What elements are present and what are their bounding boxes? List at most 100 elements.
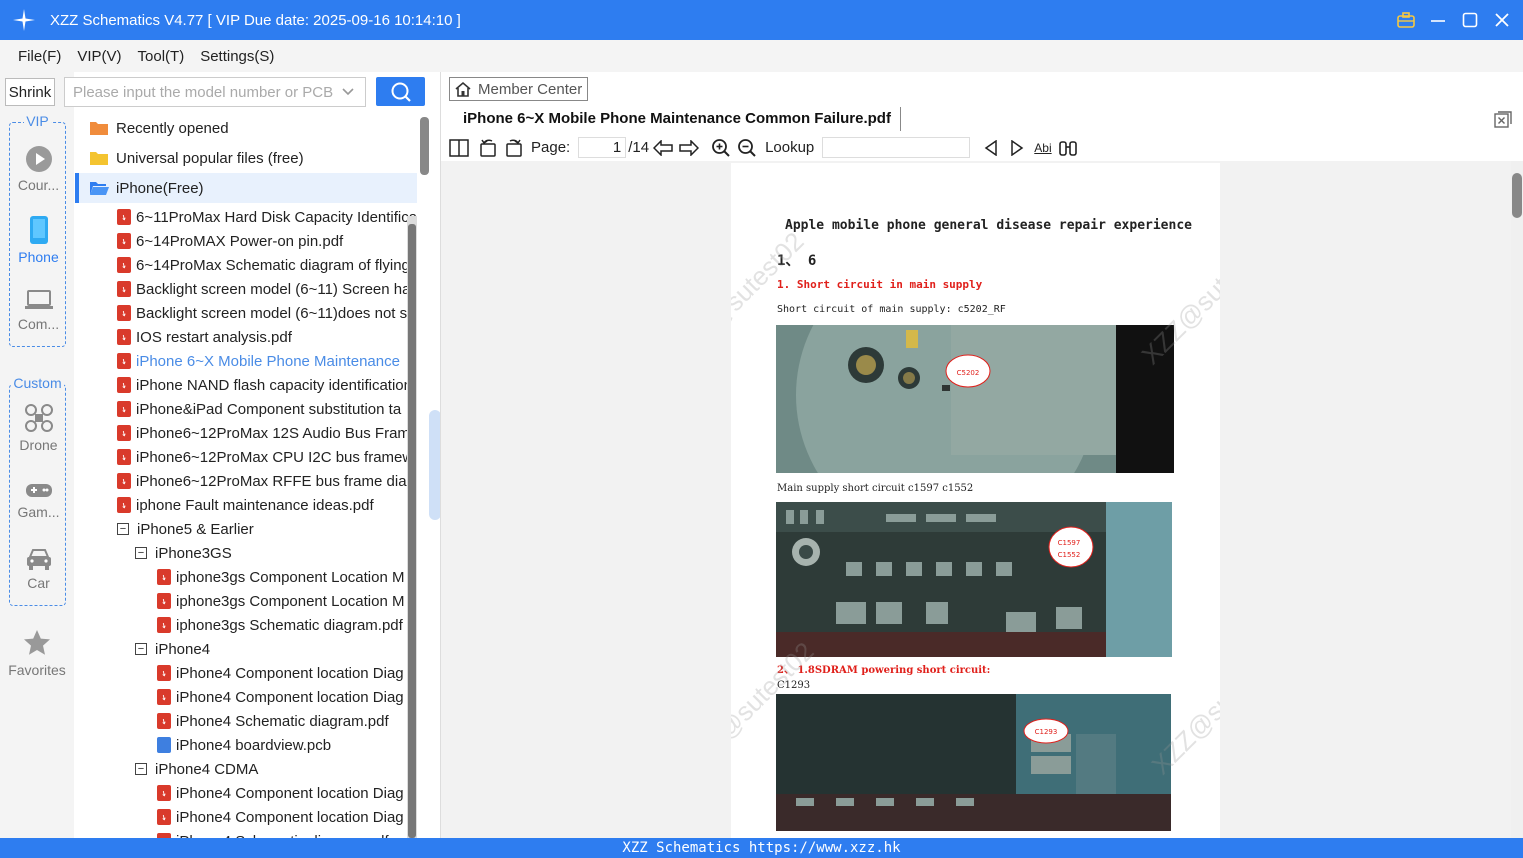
tree-file-item[interactable]: ⭏ IOS restart analysis.pdf: [75, 325, 407, 349]
collapse-icon[interactable]: −: [135, 547, 147, 559]
shrink-button[interactable]: Shrink: [5, 78, 55, 106]
pdf-icon: ⭏: [157, 617, 171, 633]
menu-tool[interactable]: Tool(T): [138, 48, 185, 65]
rail-item-computer[interactable]: Com...: [10, 288, 67, 332]
collapse-icon[interactable]: −: [135, 643, 147, 655]
pdf-icon: ⭏: [157, 785, 171, 801]
tree-file-item[interactable]: ⭏ iphone3gs Component Location M: [75, 565, 407, 589]
pdf-viewport[interactable]: Apple mobile phone general disease repai…: [441, 161, 1511, 838]
tree-file-item[interactable]: ⭏ Backlight screen model (6~11)does not s: [75, 301, 407, 325]
tree-file-item[interactable]: ⭏ iPhone4 Component location Diag: [75, 781, 407, 805]
tree-label: iPhone&iPad Component substitution ta: [136, 400, 402, 418]
custom-group: Custom Drone Gam... Car: [9, 375, 67, 606]
tree-label: 6~11ProMax Hard Disk Capacity Identifica…: [136, 208, 417, 226]
window-title: XZZ Schematics V4.77 [ VIP Due date: 202…: [50, 11, 461, 29]
photo1-label: C5202: [957, 369, 980, 377]
tree-file-item[interactable]: ⭏ iPhone4 Component location Diag: [75, 805, 407, 829]
folder-recently-opened[interactable]: Recently opened: [75, 113, 417, 143]
pdf-icon: ⭏: [117, 377, 131, 393]
tree-file-item[interactable]: ⭏ iPhone6~12ProMax CPU I2C bus framew: [75, 445, 413, 469]
lookup-input[interactable]: [822, 137, 971, 158]
tree-group[interactable]: − iPhone3GS: [75, 541, 407, 565]
rail-item-favorites[interactable]: Favorites: [5, 628, 69, 678]
subtree-scrollbar-thumb[interactable]: [408, 224, 416, 838]
rail-item-phone[interactable]: Phone: [10, 215, 67, 265]
collapse-icon[interactable]: −: [117, 523, 129, 535]
play-circle-icon: [25, 146, 52, 172]
pdf-icon: ⭏: [117, 305, 131, 321]
tree-file-item[interactable]: ⭏ iPhone 6~X Mobile Phone Maintenance: [75, 349, 407, 373]
two-page-view-icon[interactable]: [449, 138, 469, 157]
zoom-in-icon[interactable]: [711, 138, 731, 158]
maximize-button[interactable]: [1459, 9, 1481, 31]
home-icon: [455, 81, 471, 97]
tree-label: iPhone5 & Earlier: [137, 520, 254, 538]
rail-item-car[interactable]: Car: [10, 547, 67, 591]
tree-file-item[interactable]: ⭏ 6~14ProMAX Power-on pin.pdf: [75, 229, 407, 253]
tree-file-item[interactable]: ⭏ iphone Fault maintenance ideas.pdf: [75, 493, 407, 517]
menu-settings[interactable]: Settings(S): [200, 48, 274, 65]
search-input[interactable]: Please input the model number or PCB: [64, 77, 366, 107]
rail-item-courses[interactable]: Cour...: [10, 145, 67, 193]
tree-file-item[interactable]: ⭏ iPhone&iPad Component substitution ta: [75, 397, 407, 421]
tree-file-item[interactable]: ⭏iPhone4 Schematic diagram.pdf: [75, 829, 407, 838]
folder-universal-popular[interactable]: Universal popular files (free): [75, 143, 417, 173]
minimize-button[interactable]: [1427, 9, 1449, 31]
tree-file-item[interactable]: ⭏ iphone3gs Schematic diagram.pdf: [75, 613, 407, 637]
prev-page-icon[interactable]: [653, 139, 673, 156]
vip-bag-icon[interactable]: [1395, 9, 1417, 31]
rail-item-label: Gam...: [17, 504, 60, 520]
close-tabs-icon[interactable]: [1494, 111, 1512, 128]
close-button[interactable]: [1491, 9, 1513, 31]
pdf-icon: ⭏: [117, 353, 131, 369]
collapse-icon[interactable]: −: [135, 763, 147, 775]
menu-vip[interactable]: VIP(V): [77, 48, 121, 65]
tree-file-item[interactable]: ⭏ 6~11ProMax Hard Disk Capacity Identific…: [75, 205, 417, 229]
tree-file-item[interactable]: ⭏iPhone4 Schematic diagram.pdf: [75, 709, 407, 733]
member-center-button[interactable]: Member Center: [449, 77, 588, 101]
rail-item-label: Drone: [19, 437, 58, 453]
rotate-right-icon[interactable]: [504, 138, 524, 158]
tree-file-item[interactable]: ⭏ iPhone6~12ProMax RFFE bus frame diag: [75, 469, 415, 493]
tree-file-item[interactable]: ⭏ 6~14ProMax Schematic diagram of flying: [75, 253, 410, 277]
search-icon: [391, 82, 411, 102]
binoculars-icon[interactable]: [1058, 139, 1078, 157]
tree-file-item[interactable]: ⭏ iPhone4 Component location Diag: [75, 661, 407, 685]
page-number-input[interactable]: 1: [578, 137, 627, 158]
menu-file[interactable]: File(F): [18, 48, 61, 65]
tree-file-item[interactable]: ⭏ iPhone NAND flash capacity identificati…: [75, 373, 412, 397]
pdf-icon: ⭏: [117, 257, 131, 273]
tree-file-item[interactable]: ⭏ iPhone6~12ProMax 12S Audio Bus Frame: [75, 421, 417, 445]
tree-group[interactable]: − iPhone4 CDMA: [75, 757, 407, 781]
folder-iphone-free[interactable]: iPhone(Free): [75, 173, 417, 203]
tree-label: iPhone3GS: [155, 544, 232, 562]
rail-item-games[interactable]: Gam...: [10, 480, 67, 520]
viewer-scrollbar-thumb[interactable]: [1512, 173, 1522, 218]
tree-scrollbar[interactable]: [420, 117, 429, 175]
find-next-icon[interactable]: [1010, 139, 1024, 156]
viewer-scrollbar[interactable]: [1511, 161, 1523, 838]
tree-file-item[interactable]: ⭏ Backlight screen model (6~11) Screen ha…: [75, 277, 417, 301]
chevron-down-icon[interactable]: [341, 85, 355, 99]
rotate-left-icon[interactable]: [478, 138, 498, 158]
pdf-icon: ⭏: [117, 233, 131, 249]
pdf-icon: ⭏: [117, 497, 131, 513]
tree-file-item[interactable]: iPhone4 boardview.pcb: [75, 733, 407, 757]
tree-file-item[interactable]: ⭏ iphone3gs Component Location M: [75, 589, 407, 613]
zoom-out-icon[interactable]: [737, 138, 757, 158]
match-case-icon[interactable]: Abi: [1034, 141, 1051, 155]
tree-group[interactable]: − iPhone4: [75, 637, 407, 661]
member-center-label: Member Center: [478, 80, 583, 98]
tree-group[interactable]: − iPhone5 & Earlier: [75, 517, 407, 541]
next-page-icon[interactable]: [679, 139, 700, 156]
pdf-icon: ⭏: [157, 569, 171, 585]
tree-label: Recently opened: [116, 119, 229, 137]
search-placeholder: Please input the model number or PCB: [73, 83, 334, 101]
tree-file-item[interactable]: ⭏ iPhone4 Component location Diag: [75, 685, 407, 709]
rail-item-drone[interactable]: Drone: [10, 403, 67, 453]
search-button[interactable]: [376, 77, 425, 106]
photo3-label: C1293: [1035, 728, 1058, 736]
menu-bar: File(F) VIP(V) Tool(T) Settings(S): [0, 40, 1523, 72]
tab-document[interactable]: iPhone 6~X Mobile Phone Maintenance Comm…: [463, 110, 891, 127]
find-prev-icon[interactable]: [984, 139, 998, 156]
